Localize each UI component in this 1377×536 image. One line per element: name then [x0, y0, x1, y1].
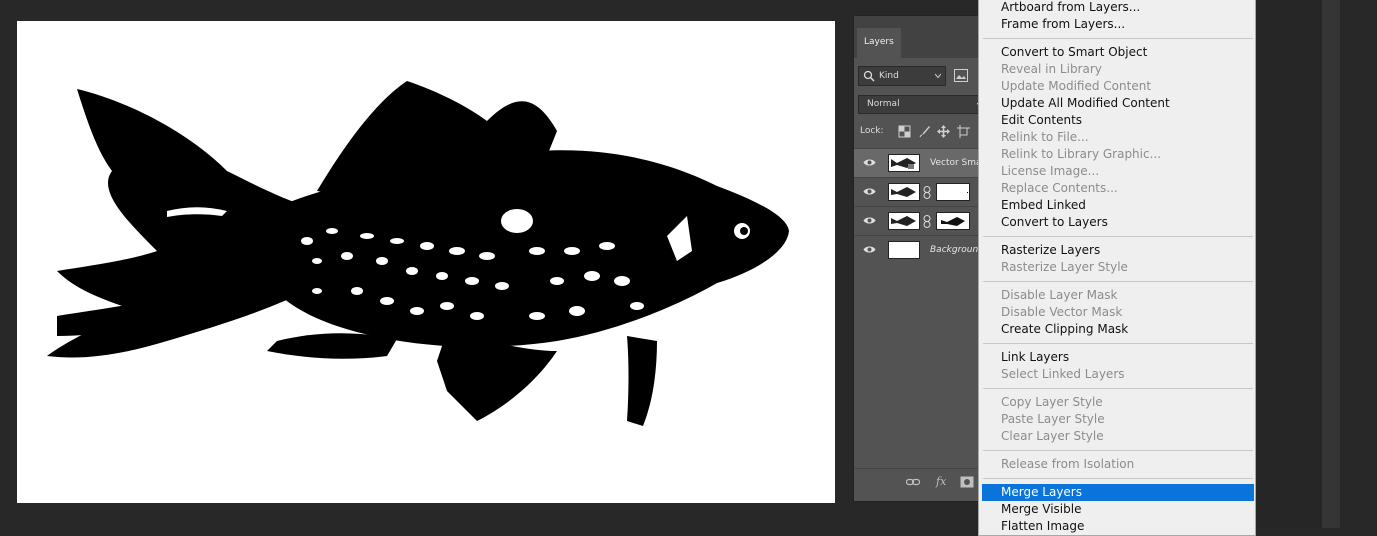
brush-icon[interactable] [918, 125, 931, 138]
lock-label: Lock: [860, 126, 884, 136]
menu-item-reveal-in-library: Reveal in Library [1001, 62, 1102, 76]
menu-item-update-modified-content: Update Modified Content [1001, 79, 1152, 93]
layer-row-masked-2[interactable] [854, 206, 984, 235]
menu-item-select-linked-layers: Select Linked Layers [1001, 367, 1125, 381]
menu-separator [983, 388, 1253, 389]
link-layers-icon[interactable] [906, 476, 920, 488]
layer-row-vector-smart-object[interactable]: Vector Smart Object [854, 148, 984, 177]
menu-item-rasterize-layer-style: Rasterize Layer Style [1001, 260, 1128, 274]
layer-row-masked-1[interactable] [854, 177, 984, 206]
workspace-gutter [1256, 0, 1322, 528]
layer-row-background[interactable]: Background [854, 235, 984, 264]
layer-thumbnail [888, 241, 920, 259]
menu-item-edit-contents[interactable]: Edit Contents [982, 112, 1254, 129]
layer-name[interactable]: Vector Smart Object [930, 158, 984, 168]
goldfish-artwork [47, 81, 790, 426]
menu-separator [983, 478, 1253, 479]
menu-item-release-from-isolation: Release from Isolation [1001, 457, 1135, 471]
menu-item-disable-vector-mask: Disable Vector Mask [1001, 305, 1123, 319]
workspace-edge [1340, 0, 1377, 528]
layers-panel: Layers Kind Normal Lock: Vector Sm Backg… [853, 15, 984, 502]
filter-kind-label: Kind [879, 71, 899, 81]
menu-separator [983, 343, 1253, 344]
eye-icon[interactable] [863, 216, 876, 225]
lock-row: Lock: [860, 124, 984, 140]
menu-item-embed-linked[interactable]: Embed Linked [982, 197, 1254, 214]
menu-item-relink-to-library-graphic: Relink to Library Graphic... [1001, 147, 1162, 161]
menu-item-update-all-modified-content[interactable]: Update All Modified Content [982, 95, 1254, 112]
menu-separator [983, 236, 1253, 237]
layer-thumbnail [888, 154, 920, 172]
menu-item-license-image: License Image... [1001, 164, 1100, 178]
search-icon [863, 70, 875, 82]
menu-item-convert-to-smart-object[interactable]: Convert to Smart Object [982, 44, 1254, 61]
layer-mask-thumbnail[interactable] [936, 212, 970, 230]
layer-mask-thumbnail[interactable] [936, 183, 970, 201]
eye-icon[interactable] [863, 187, 876, 196]
eye-icon[interactable] [863, 245, 876, 254]
move-icon[interactable] [937, 125, 950, 138]
link-chain-icon[interactable] [923, 215, 931, 228]
filter-kind-select[interactable]: Kind [858, 66, 946, 86]
tab-layers[interactable]: Layers [857, 28, 901, 58]
filter-row: Kind [858, 66, 982, 86]
artboard-lock-icon[interactable] [957, 125, 970, 138]
menu-separator [983, 450, 1253, 451]
panel-tabbar: Layers [854, 16, 982, 58]
menu-item-clear-layer-style: Clear Layer Style [1001, 429, 1104, 443]
document-canvas[interactable] [17, 21, 835, 503]
menu-item-convert-to-layers[interactable]: Convert to Layers [982, 214, 1254, 231]
menu-item-disable-layer-mask: Disable Layer Mask [1001, 288, 1118, 302]
menu-item-create-clipping-mask[interactable]: Create Clipping Mask [982, 321, 1254, 338]
lock-transparent-pixels-icon[interactable] [898, 125, 911, 138]
menu-item-flatten-image[interactable]: Flatten Image [982, 518, 1254, 535]
layer-thumbnail [888, 212, 920, 230]
chevron-down-icon [935, 73, 941, 79]
layer-thumbnail [888, 183, 920, 201]
menu-separator [983, 281, 1253, 282]
menu-item-link-layers[interactable]: Link Layers [982, 349, 1254, 366]
blend-mode-select[interactable]: Normal [858, 95, 983, 114]
link-chain-icon[interactable] [923, 186, 931, 199]
panel-dock-strip [1322, 0, 1340, 528]
layer-context-menu: Artboard from Layers... Frame from Layer… [978, 0, 1256, 536]
menu-item-merge-visible[interactable]: Merge Visible [982, 501, 1254, 518]
add-mask-icon[interactable] [960, 476, 974, 488]
layer-style-fx-icon[interactable]: fx [936, 476, 950, 488]
menu-item-relink-to-file: Relink to File... [1001, 130, 1089, 144]
layer-name[interactable]: Background [930, 245, 984, 255]
blend-mode-label: Normal [867, 99, 900, 109]
menu-separator [983, 38, 1253, 39]
menu-item-frame-from-layers[interactable]: Frame from Layers... [982, 16, 1254, 33]
panel-footer: fx [854, 468, 984, 495]
pixel-layer-filter-icon[interactable] [954, 69, 968, 82]
menu-item-copy-layer-style: Copy Layer Style [1001, 395, 1103, 409]
menu-item-paste-layer-style: Paste Layer Style [1001, 412, 1105, 426]
menu-item-merge-layers[interactable]: Merge Layers [982, 484, 1254, 501]
menu-item-artboard-from-layers[interactable]: Artboard from Layers... [982, 0, 1254, 16]
menu-item-replace-contents: Replace Contents... [1001, 181, 1118, 195]
menu-item-rasterize-layers[interactable]: Rasterize Layers [982, 242, 1254, 259]
eye-icon[interactable] [863, 158, 876, 167]
